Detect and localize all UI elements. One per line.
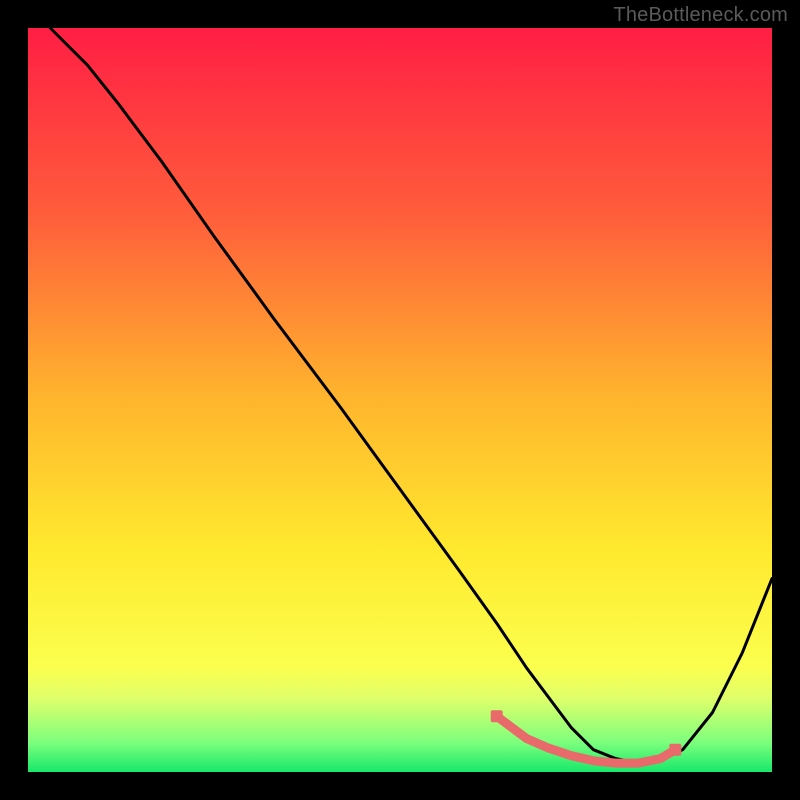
optimal-band-endpoint bbox=[669, 744, 681, 756]
chart-svg bbox=[0, 0, 800, 800]
optimal-band-endpoint bbox=[491, 710, 503, 722]
plot-background bbox=[28, 28, 772, 772]
chart-canvas: TheBottleneck.com bbox=[0, 0, 800, 800]
watermark-label: TheBottleneck.com bbox=[613, 4, 788, 27]
